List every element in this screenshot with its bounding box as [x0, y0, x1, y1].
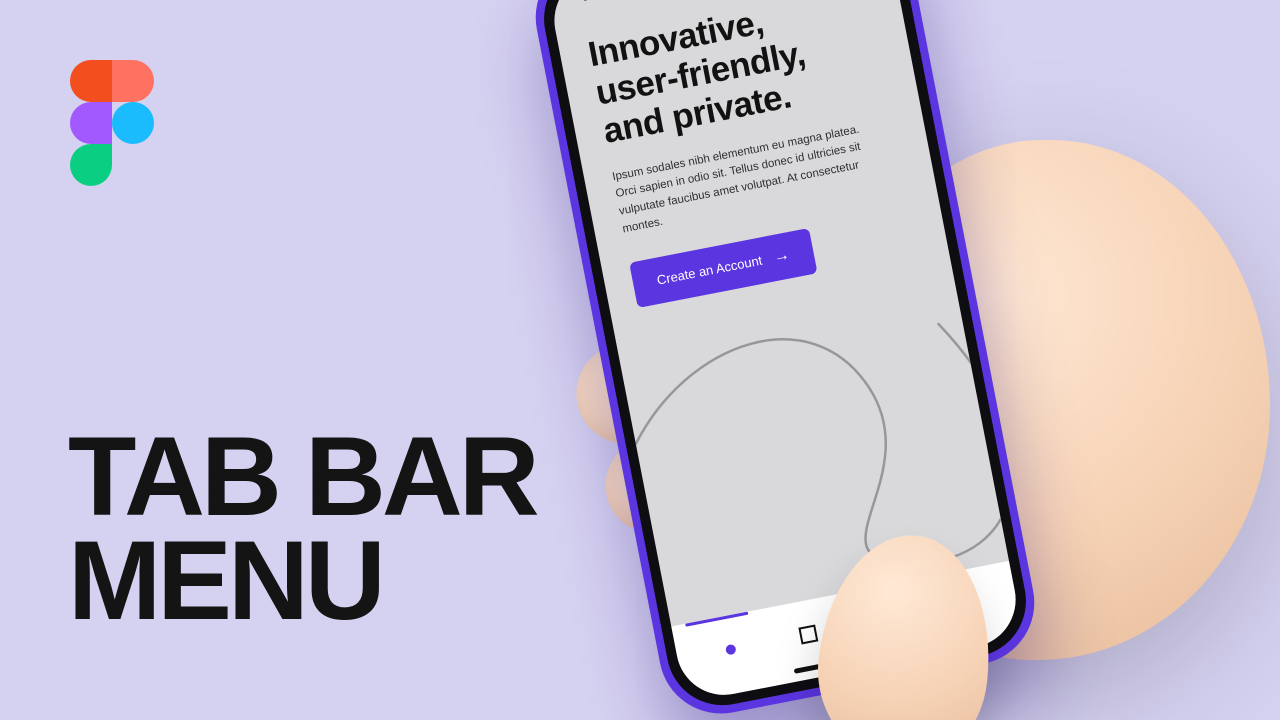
- tab-square[interactable]: [777, 606, 839, 663]
- figma-logo-segment-blue: [112, 102, 154, 144]
- phone-mockup: 9:41 Innovative, user-friendly, and priv…: [525, 0, 1045, 720]
- hexagon-icon: [950, 592, 976, 618]
- figma-logo-segment-purple: [70, 102, 112, 144]
- cta-label: Create an Account: [656, 253, 764, 288]
- arrow-right-icon: →: [772, 247, 791, 266]
- figma-logo-segment-orange: [112, 60, 154, 102]
- screen-content: Innovative, user-friendly, and private. …: [585, 0, 921, 308]
- home-dot-icon: [724, 644, 736, 656]
- phone-screen: 9:41 Innovative, user-friendly, and priv…: [546, 0, 1024, 703]
- status-time: 9:41: [580, 0, 613, 5]
- square-icon: [796, 623, 819, 646]
- figma-logo: [70, 60, 154, 186]
- tab-hexagon[interactable]: [932, 576, 994, 633]
- tab-home[interactable]: [699, 621, 761, 678]
- figma-logo-segment-red: [70, 60, 112, 102]
- tab-triangle[interactable]: [854, 591, 916, 648]
- triangle-icon: [873, 608, 898, 632]
- page-title: TAB BAR MENU: [68, 425, 536, 633]
- figma-logo-segment-green: [70, 144, 112, 186]
